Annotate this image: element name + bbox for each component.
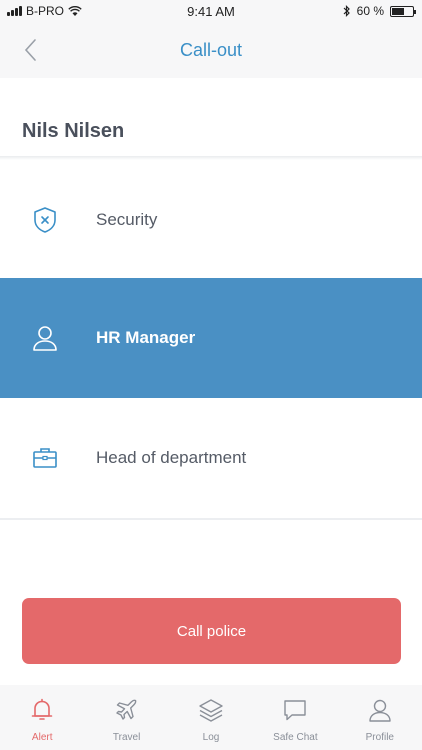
tab-safe-chat[interactable]: Safe Chat	[253, 685, 337, 750]
battery-text: 60 %	[356, 4, 384, 18]
bluetooth-icon	[343, 5, 350, 17]
tab-label: Log	[202, 732, 220, 743]
airplane-icon	[115, 699, 136, 720]
option-hr-manager[interactable]: HR Manager	[0, 278, 422, 398]
navigation-bar: Call-out	[0, 22, 422, 78]
call-police-button[interactable]: Call police	[22, 598, 401, 664]
bell-icon	[31, 698, 53, 720]
option-security[interactable]: Security	[0, 160, 422, 280]
status-right: 60 %	[343, 4, 416, 18]
tab-label: Profile	[365, 732, 394, 743]
option-label: Head of department	[96, 448, 247, 467]
divider	[0, 518, 422, 520]
tab-label: Safe Chat	[273, 732, 318, 743]
tab-profile[interactable]: Profile	[338, 685, 422, 750]
chat-bubble-icon	[284, 700, 307, 721]
battery-icon	[390, 5, 416, 17]
status-bar: B-PRO 9:41 AM 60 %	[0, 0, 422, 22]
option-label: HR Manager	[96, 328, 196, 347]
briefcase-icon	[30, 443, 60, 473]
tab-log[interactable]: Log	[169, 685, 253, 750]
tab-alert[interactable]: Alert	[0, 685, 84, 750]
contact-header: Nils Nilsen	[0, 78, 422, 156]
option-head-of-department[interactable]: Head of department	[0, 398, 422, 518]
tab-bar: Alert Travel Log Safe Chat Profile	[0, 685, 422, 750]
person-icon	[369, 699, 391, 722]
page-title: Call-out	[179, 40, 243, 60]
tab-label: Alert	[31, 732, 53, 743]
layers-icon	[199, 699, 223, 722]
battery-fill	[392, 7, 404, 15]
option-label: Security	[96, 210, 158, 229]
shield-icon	[30, 205, 60, 235]
contact-name: Nils Nilsen	[22, 120, 125, 142]
tab-label: Travel	[112, 732, 141, 743]
person-icon	[30, 323, 60, 353]
tab-travel[interactable]: Travel	[84, 685, 168, 750]
